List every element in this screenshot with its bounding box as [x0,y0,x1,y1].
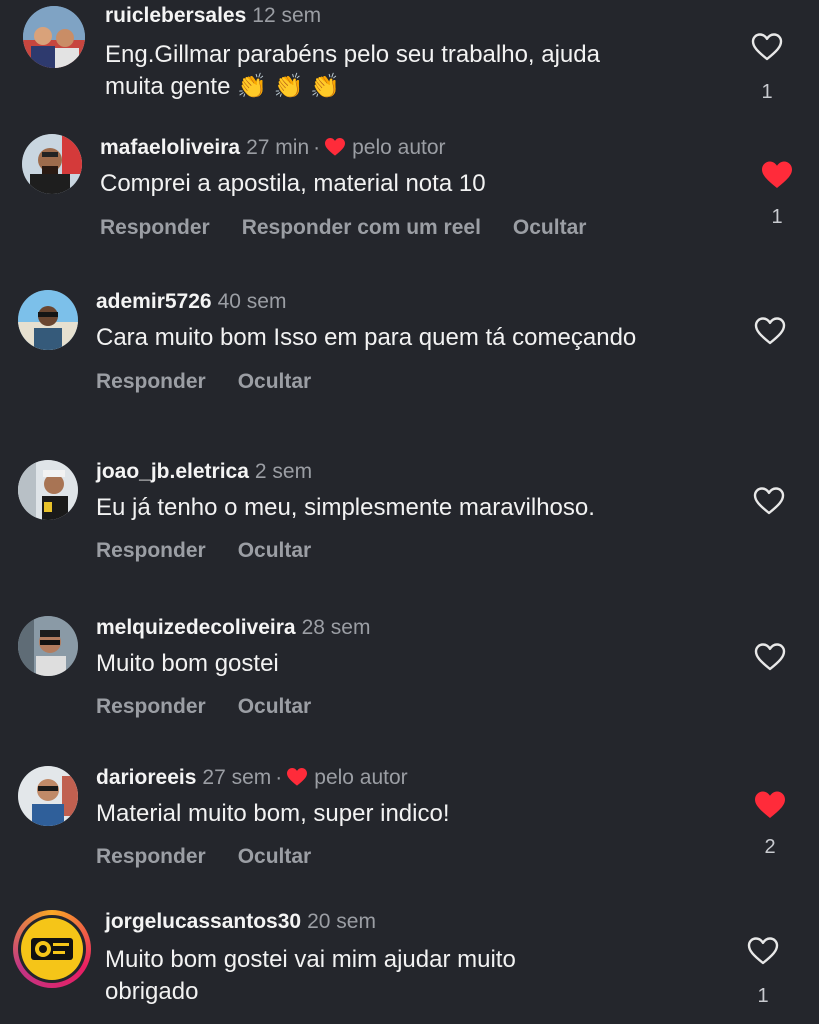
separator-dot: · [313,136,321,159]
comment-username[interactable]: darioreeis [96,766,196,789]
comment-text: Eng.Gillmar parabéns pelo seu trabalho, … [105,41,600,100]
like-button[interactable] [759,160,795,190]
avatar-photo [18,290,78,350]
reply-button[interactable]: Responder [96,370,206,393]
reply-button[interactable]: Responder [96,539,206,562]
comment-time: 27 sem [202,766,272,789]
reply-button[interactable]: Responder [96,695,206,718]
like-button[interactable] [752,642,788,672]
heart-filled-icon [287,768,308,786]
author-like-badge: pelo autor [324,136,446,159]
like-count: 1 [771,206,783,228]
like-button[interactable] [749,32,785,62]
avatar[interactable] [22,134,82,194]
comment-time: 20 sem [307,910,376,933]
comment-time: 40 sem [217,290,287,313]
heart-outline-icon [753,487,785,515]
like-button[interactable] [752,316,788,346]
comment-username[interactable]: joao_jb.eletrica [96,460,249,483]
heart-outline-icon [747,937,779,965]
reply-button[interactable]: Responder [96,845,206,868]
avatar-photo [18,915,86,983]
avatar[interactable] [18,766,78,826]
reply-with-reel-button[interactable]: Responder com um reel [242,216,481,239]
avatar-photo [22,134,82,194]
heart-outline-icon [754,317,786,345]
comment-text: Muito bom gostei vai mim ajudar muito ob… [105,946,516,1005]
comment-text: Muito bom gostei [96,650,279,677]
separator-dot: · [275,766,283,789]
avatar-photo [18,460,78,520]
author-badge-label: pelo autor [314,766,408,789]
avatar[interactable] [13,910,91,988]
comment-username[interactable]: mafaeloliveira [100,136,240,159]
avatar[interactable] [23,6,85,68]
like-button[interactable] [745,936,781,966]
avatar-photo [18,616,78,676]
author-badge-label: pelo autor [352,136,446,159]
comment-username[interactable]: melquizedecoliveira [96,616,296,639]
comment-text: Material muito bom, super indico! [96,800,450,827]
comment-time: 12 sem [252,4,322,27]
avatar[interactable] [18,460,78,520]
comment-time: 2 sem [254,460,313,483]
heart-outline-icon [751,33,783,61]
comment-text: Comprei a apostila, material nota 10 [100,170,486,197]
comment-text: Cara muito bom Isso em para quem tá come… [96,324,637,351]
reply-button[interactable]: Responder [100,216,210,239]
like-button[interactable] [751,486,787,516]
like-count: 1 [761,81,773,103]
comment-text: Eu já tenho o meu, simplesmente maravilh… [96,494,595,521]
avatar[interactable] [18,616,78,676]
comment-username[interactable]: ademir5726 [96,290,212,313]
hide-button[interactable]: Ocultar [238,845,312,868]
heart-filled-icon [755,791,785,818]
comment-username[interactable]: jorgelucassantos30 [105,910,301,933]
heart-filled-icon [762,161,792,188]
comment-username[interactable]: ruiclebersales [105,4,246,27]
heart-filled-icon [325,138,346,156]
avatar-photo [23,6,85,68]
comment-time: 27 min [246,136,310,159]
avatar-photo [18,766,78,826]
avatar[interactable] [18,290,78,350]
heart-outline-icon [754,643,786,671]
like-count: 1 [757,985,769,1007]
hide-button[interactable]: Ocultar [238,695,312,718]
comment-time: 28 sem [301,616,371,639]
hide-button[interactable]: Ocultar [238,370,312,393]
like-count: 2 [764,836,776,858]
hide-button[interactable]: Ocultar [513,216,587,239]
hide-button[interactable]: Ocultar [238,539,312,562]
author-like-badge: pelo autor [286,766,408,789]
like-button[interactable] [752,790,788,820]
